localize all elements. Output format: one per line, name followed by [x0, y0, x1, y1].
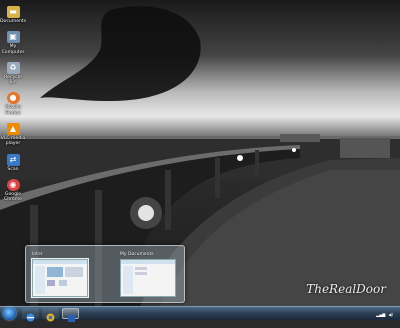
volume-icon[interactable]: ◀) — [388, 312, 393, 317]
desktop-icon-chrome[interactable]: ◉ Google Chrome — [2, 178, 24, 203]
desktop-icon-label: Scan — [7, 166, 19, 172]
vlc-icon: ▲ — [6, 122, 20, 135]
chrome-icon — [46, 313, 55, 322]
recycle-bin-icon: ♻ — [6, 61, 20, 74]
folder-icon: ▬ — [6, 6, 20, 18]
internet-explorer-icon — [26, 313, 35, 322]
firefox-icon: ● — [6, 92, 20, 105]
taskbar: ▂▄▆ ◀) — [0, 306, 400, 322]
watermark-signature: TheRealDoor — [306, 282, 386, 296]
network-icon[interactable]: ▂▄▆ — [376, 312, 385, 317]
desktop-icon-recycle-bin[interactable]: ♻ Recycle Bin — [2, 61, 24, 86]
desktop-icon-label: Recycle Bin — [4, 74, 22, 86]
desktop-icon-label: Google Chrome — [3, 191, 23, 203]
taskbar-word[interactable] — [62, 308, 79, 322]
window-preview-graphic — [33, 260, 87, 294]
desktop-icon-scan[interactable]: ⇄ Scan — [2, 153, 24, 172]
taskbar-chrome[interactable] — [42, 308, 59, 322]
computer-icon: ▣ — [6, 31, 20, 44]
desktop-icon-documents[interactable]: ▬ Documents — [0, 6, 27, 24]
scan-icon: ⇄ — [6, 153, 20, 166]
chrome-icon: ◉ — [6, 178, 20, 191]
thumbnail-title: My Documents — [120, 252, 154, 257]
desktop-icon-my-computer[interactable]: ▣ My Computer — [2, 31, 24, 55]
window-preview-graphic — [121, 260, 175, 294]
desktop-icon-label: Mozilla Firefox — [5, 105, 21, 116]
thumbnail-title: Intel — [32, 252, 42, 257]
thumbnail-my-documents[interactable]: My Documents — [118, 252, 176, 298]
desktop-icons: ▬ Documents ▣ My Computer ♻ Recycle Bin … — [0, 6, 27, 209]
word-icon — [68, 315, 75, 322]
desktop-icon-vlc[interactable]: ▲ VLC media player — [0, 122, 26, 147]
desktop: ▬ Documents ▣ My Computer ♻ Recycle Bin … — [0, 0, 400, 306]
desktop-icon-firefox[interactable]: ● Mozilla Firefox — [2, 92, 24, 116]
taskbar-internet-explorer[interactable] — [22, 308, 39, 322]
desktop-icon-label: My Computer — [1, 44, 25, 55]
system-tray: ▂▄▆ ◀) — [376, 309, 396, 319]
desktop-icon-label: VLC media player — [0, 135, 26, 147]
start-button[interactable] — [3, 307, 16, 320]
desktop-icon-label: Documents — [0, 19, 27, 24]
thumbnail-preview-window — [31, 258, 89, 298]
thumbnail-intel[interactable]: Intel — [30, 252, 89, 298]
taskbar-thumbnail-preview: Intel My Documents — [25, 245, 185, 303]
thumbnail-preview-window — [120, 259, 176, 297]
